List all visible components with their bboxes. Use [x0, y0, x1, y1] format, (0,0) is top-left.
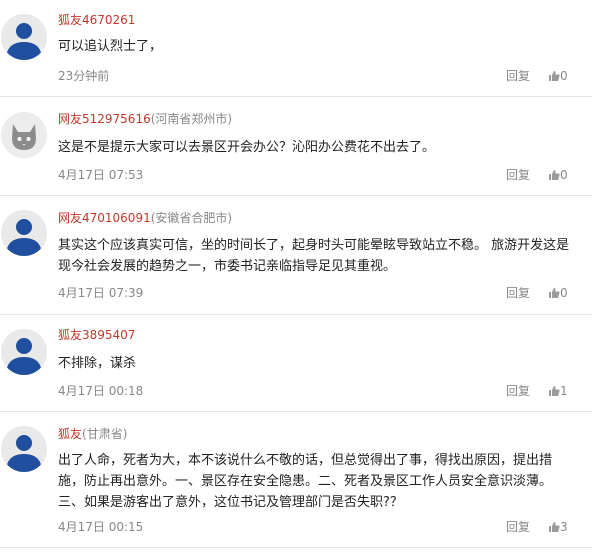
comment-text: 其实这个应该真实可信，坐的时间长了，起身时头可能晕眩导致站立不稳。 旅游开发这是…: [58, 238, 570, 274]
comment-username[interactable]: 狐友3895407: [58, 327, 135, 343]
avatar[interactable]: [1, 329, 47, 375]
blue-figure-icon: [1, 210, 47, 256]
gray-cat-icon: [1, 112, 47, 158]
blue-figure-icon: [1, 329, 47, 375]
comment-timestamp: 23分钟前: [58, 69, 110, 83]
thumbs-up-icon: [549, 170, 560, 180]
like-button[interactable]: 0: [548, 285, 568, 301]
comment-item: 网友512975616(河南省郑州市) 这是不是提示大家可以去景区开会办公？沁阳…: [0, 97, 592, 195]
like-button[interactable]: 1: [548, 383, 568, 399]
avatar[interactable]: [1, 210, 47, 256]
thumbs-up-icon: [549, 288, 560, 298]
comment-timestamp: 4月17日 00:18: [58, 384, 144, 398]
comment-timestamp: 4月17日 00:15: [58, 520, 144, 534]
thumbs-up-icon: [549, 522, 560, 532]
comment-text: 可以追认烈士了，: [58, 39, 163, 54]
comment-item: 狐友3895407 不排除，谋杀 4月17日 00:18 回复 1: [0, 315, 592, 411]
blue-figure-icon: [1, 14, 47, 60]
like-button[interactable]: 0: [548, 68, 568, 84]
comment-username[interactable]: 网友470106091(安徽省合肥市): [58, 210, 232, 226]
comment-text: 不排除，谋杀: [58, 356, 137, 371]
comment-timestamp: 4月17日 07:53: [58, 168, 144, 182]
divider: [0, 547, 592, 548]
thumbs-up-icon: [549, 71, 560, 81]
avatar[interactable]: [1, 112, 47, 158]
comment-timestamp: 4月17日 07:39: [58, 286, 144, 300]
comment-username[interactable]: 狐友(甘肃省): [58, 426, 127, 442]
reply-button[interactable]: 回复: [506, 285, 530, 301]
comment-username[interactable]: 网友512975616(河南省郑州市): [58, 111, 232, 127]
comment-text: 这是不是提示大家可以去景区开会办公？沁阳办公费花不出去了。: [58, 140, 436, 155]
comment-item: 网友470106091(安徽省合肥市) 其实这个应该真实可信，坐的时间长了，起身…: [0, 196, 592, 314]
blue-figure-icon: [1, 426, 47, 472]
reply-button[interactable]: 回复: [506, 519, 530, 535]
like-button[interactable]: 0: [548, 167, 568, 183]
thumbs-up-icon: [549, 386, 560, 396]
comment-text: 出了人命，死者为大，本不该说什么不敬的话，但总觉得出了事，得找出原因，提出措 施…: [58, 453, 553, 510]
reply-button[interactable]: 回复: [506, 68, 530, 84]
avatar[interactable]: [1, 14, 47, 60]
reply-button[interactable]: 回复: [506, 383, 530, 399]
comment-item: 狐友(甘肃省) 出了人命，死者为大，本不该说什么不敬的话，但总觉得出了事，得找出…: [0, 412, 592, 554]
like-button[interactable]: 3: [548, 519, 568, 535]
comment-item: 狐友4670261 可以追认烈士了， 23分钟前 回复 0: [0, 0, 592, 96]
reply-button[interactable]: 回复: [506, 167, 530, 183]
avatar[interactable]: [1, 426, 47, 472]
comment-username[interactable]: 狐友4670261: [58, 12, 135, 28]
